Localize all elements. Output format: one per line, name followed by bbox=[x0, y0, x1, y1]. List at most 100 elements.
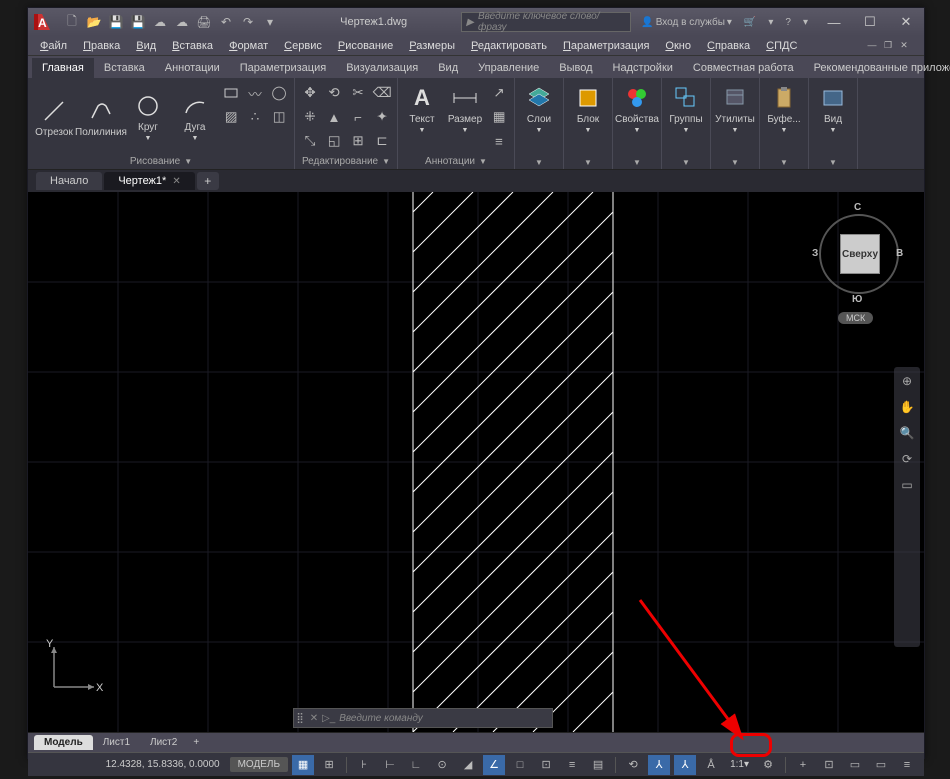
close-tab-icon[interactable]: ✕ bbox=[172, 176, 180, 187]
menu-edit[interactable]: Правка bbox=[75, 38, 128, 54]
status-units-icon[interactable]: ⊡ bbox=[818, 755, 840, 775]
status-scale[interactable]: 1:1▾ bbox=[726, 759, 753, 770]
doc-tab-drawing1[interactable]: Чертеж1*✕ bbox=[104, 172, 194, 190]
status-annovisibility-icon[interactable]: ⅄ bbox=[674, 755, 696, 775]
doc-close-icon[interactable]: ✕ bbox=[896, 38, 912, 54]
minimize-button[interactable]: — bbox=[816, 8, 852, 36]
ribbon-tab-home[interactable]: Главная bbox=[32, 58, 94, 78]
ribbon-tab-parametric[interactable]: Параметризация bbox=[230, 58, 336, 78]
status-lineweight-icon[interactable]: ≡ bbox=[561, 755, 583, 775]
layout-tab-sheet2[interactable]: Лист2 bbox=[140, 735, 187, 750]
erase-icon[interactable]: ⌫ bbox=[371, 82, 393, 104]
viewcube-south[interactable]: Ю bbox=[852, 294, 862, 305]
cmdline-close-icon[interactable]: ✕ bbox=[306, 713, 322, 724]
menu-file[interactable]: Файл bbox=[32, 38, 75, 54]
status-infer-icon[interactable]: ⊦ bbox=[353, 755, 375, 775]
text-button[interactable]: AТекст▼ bbox=[402, 82, 442, 152]
move-icon[interactable]: ✥ bbox=[299, 82, 321, 104]
layout-tab-add[interactable]: + bbox=[187, 735, 205, 750]
app-menu-button[interactable]: A bbox=[28, 8, 56, 36]
status-polar-icon[interactable]: ⊙ bbox=[431, 755, 453, 775]
status-3dosnap-icon[interactable]: □ bbox=[509, 755, 531, 775]
ribbon-tab-manage[interactable]: Управление bbox=[468, 58, 549, 78]
viewcube-west[interactable]: З bbox=[812, 248, 818, 259]
line-button[interactable]: Отрезок bbox=[32, 82, 76, 152]
nav-orbit-icon[interactable]: ⟳ bbox=[897, 449, 917, 469]
app-store-icon[interactable]: ▾ bbox=[764, 12, 777, 32]
view-button[interactable]: Вид▼ bbox=[813, 82, 853, 152]
ribbon-tab-annotate[interactable]: Аннотации bbox=[155, 58, 230, 78]
status-osnap-icon[interactable]: ∠ bbox=[483, 755, 505, 775]
doc-restore-icon[interactable]: ❐ bbox=[880, 38, 896, 54]
ellipse-icon[interactable]: ◯ bbox=[268, 82, 290, 104]
status-annoscale-icon[interactable]: ⅄ bbox=[648, 755, 670, 775]
doc-min-icon[interactable]: — bbox=[864, 37, 880, 53]
scale-icon[interactable]: ◱ bbox=[323, 130, 345, 152]
status-lockui-icon[interactable]: ▭ bbox=[870, 755, 892, 775]
qat-cloud-open-icon[interactable]: ☁ bbox=[150, 12, 170, 32]
nav-wheel-icon[interactable]: ⊕ bbox=[897, 371, 917, 391]
doc-tab-start[interactable]: Начало bbox=[36, 172, 102, 190]
layers-button[interactable]: Слои▼ bbox=[519, 82, 559, 152]
nav-showmotion-icon[interactable]: ▭ bbox=[897, 475, 917, 495]
qat-plot-icon[interactable]: 🖨 bbox=[194, 12, 214, 32]
layout-tab-sheet1[interactable]: Лист1 bbox=[93, 735, 140, 750]
status-custom-icon[interactable]: ≡ bbox=[896, 755, 918, 775]
ribbon-tab-output[interactable]: Вывод bbox=[549, 58, 602, 78]
menu-tools[interactable]: Сервис bbox=[276, 38, 330, 54]
dimension-button[interactable]: Размер▼ bbox=[445, 82, 485, 152]
nav-pan-icon[interactable]: ✋ bbox=[897, 397, 917, 417]
status-transparency-icon[interactable]: ▤ bbox=[587, 755, 609, 775]
menu-spds[interactable]: СПДС bbox=[758, 38, 805, 54]
menu-format[interactable]: Формат bbox=[221, 38, 276, 54]
status-space-toggle[interactable]: МОДЕЛЬ bbox=[230, 757, 288, 772]
ribbon-tab-addins[interactable]: Надстройки bbox=[603, 58, 683, 78]
menu-window[interactable]: Окно bbox=[657, 38, 699, 54]
circle-button[interactable]: Круг▼ bbox=[126, 82, 170, 152]
trim-icon[interactable]: ✂ bbox=[347, 82, 369, 104]
block-button[interactable]: Блок▼ bbox=[568, 82, 608, 152]
viewcube[interactable]: Сверху С Ю В З МСК bbox=[814, 202, 904, 312]
leader-icon[interactable]: ↗ bbox=[488, 82, 510, 104]
close-button[interactable]: ✕ bbox=[888, 8, 924, 36]
qat-new-icon[interactable]: 🗋 bbox=[62, 12, 82, 32]
exchange-icon[interactable]: 🛒 bbox=[740, 12, 760, 32]
utilities-button[interactable]: Утилиты▼ bbox=[715, 82, 755, 152]
help-dropdown-icon[interactable]: ▾ bbox=[799, 12, 812, 32]
mirror-icon[interactable]: ▲ bbox=[323, 106, 345, 128]
add-tab-button[interactable]: + bbox=[197, 172, 219, 190]
help-icon[interactable]: ? bbox=[781, 12, 795, 32]
qat-undo-icon[interactable]: ↶ bbox=[216, 12, 236, 32]
menu-modify[interactable]: Редактировать bbox=[463, 38, 555, 54]
stretch-icon[interactable]: ⤡ bbox=[299, 130, 321, 152]
viewcube-face[interactable]: Сверху bbox=[840, 234, 880, 274]
ribbon-tab-insert[interactable]: Вставка bbox=[94, 58, 155, 78]
signin-button[interactable]: 👤Вход в службы▾ bbox=[637, 12, 736, 32]
status-ortho-icon[interactable]: ∟ bbox=[405, 755, 427, 775]
status-snap-icon[interactable]: ⊞ bbox=[318, 755, 340, 775]
menu-insert[interactable]: Вставка bbox=[164, 38, 221, 54]
menu-help[interactable]: Справка bbox=[699, 38, 758, 54]
maximize-button[interactable]: ☐ bbox=[852, 8, 888, 36]
table-icon[interactable]: ▦ bbox=[488, 106, 510, 128]
menu-draw[interactable]: Рисование bbox=[330, 38, 401, 54]
qat-dropdown-icon[interactable]: ▾ bbox=[260, 12, 280, 32]
mtext-icon[interactable]: ≡ bbox=[488, 130, 510, 152]
ribbon-tab-featured[interactable]: Рекомендованные приложения bbox=[804, 58, 950, 78]
status-otrack-icon[interactable]: ⊡ bbox=[535, 755, 557, 775]
layout-tab-model[interactable]: Модель bbox=[34, 735, 93, 750]
drawing-viewport[interactable]: Сверху С Ю В З МСК ⊕ ✋ 🔍 ⟳ ▭ XY ⣿ ✕ ▷_ В… bbox=[28, 192, 924, 732]
rotate-icon[interactable]: ⟲ bbox=[323, 82, 345, 104]
nav-zoom-icon[interactable]: 🔍 bbox=[897, 423, 917, 443]
ribbon-tab-view[interactable]: Вид bbox=[428, 58, 468, 78]
viewcube-east[interactable]: В bbox=[896, 248, 903, 259]
fillet-icon[interactable]: ⌐ bbox=[347, 106, 369, 128]
menu-dimension[interactable]: Размеры bbox=[401, 38, 463, 54]
menu-parametric[interactable]: Параметризация bbox=[555, 38, 657, 54]
spline-icon[interactable]: 〰 bbox=[244, 82, 266, 104]
clipboard-button[interactable]: Буфе...▼ bbox=[764, 82, 804, 152]
viewcube-north[interactable]: С bbox=[854, 202, 861, 213]
array-icon[interactable]: ⊞ bbox=[347, 130, 369, 152]
arc-button[interactable]: Дуга▼ bbox=[173, 82, 217, 152]
groups-button[interactable]: Группы▼ bbox=[666, 82, 706, 152]
